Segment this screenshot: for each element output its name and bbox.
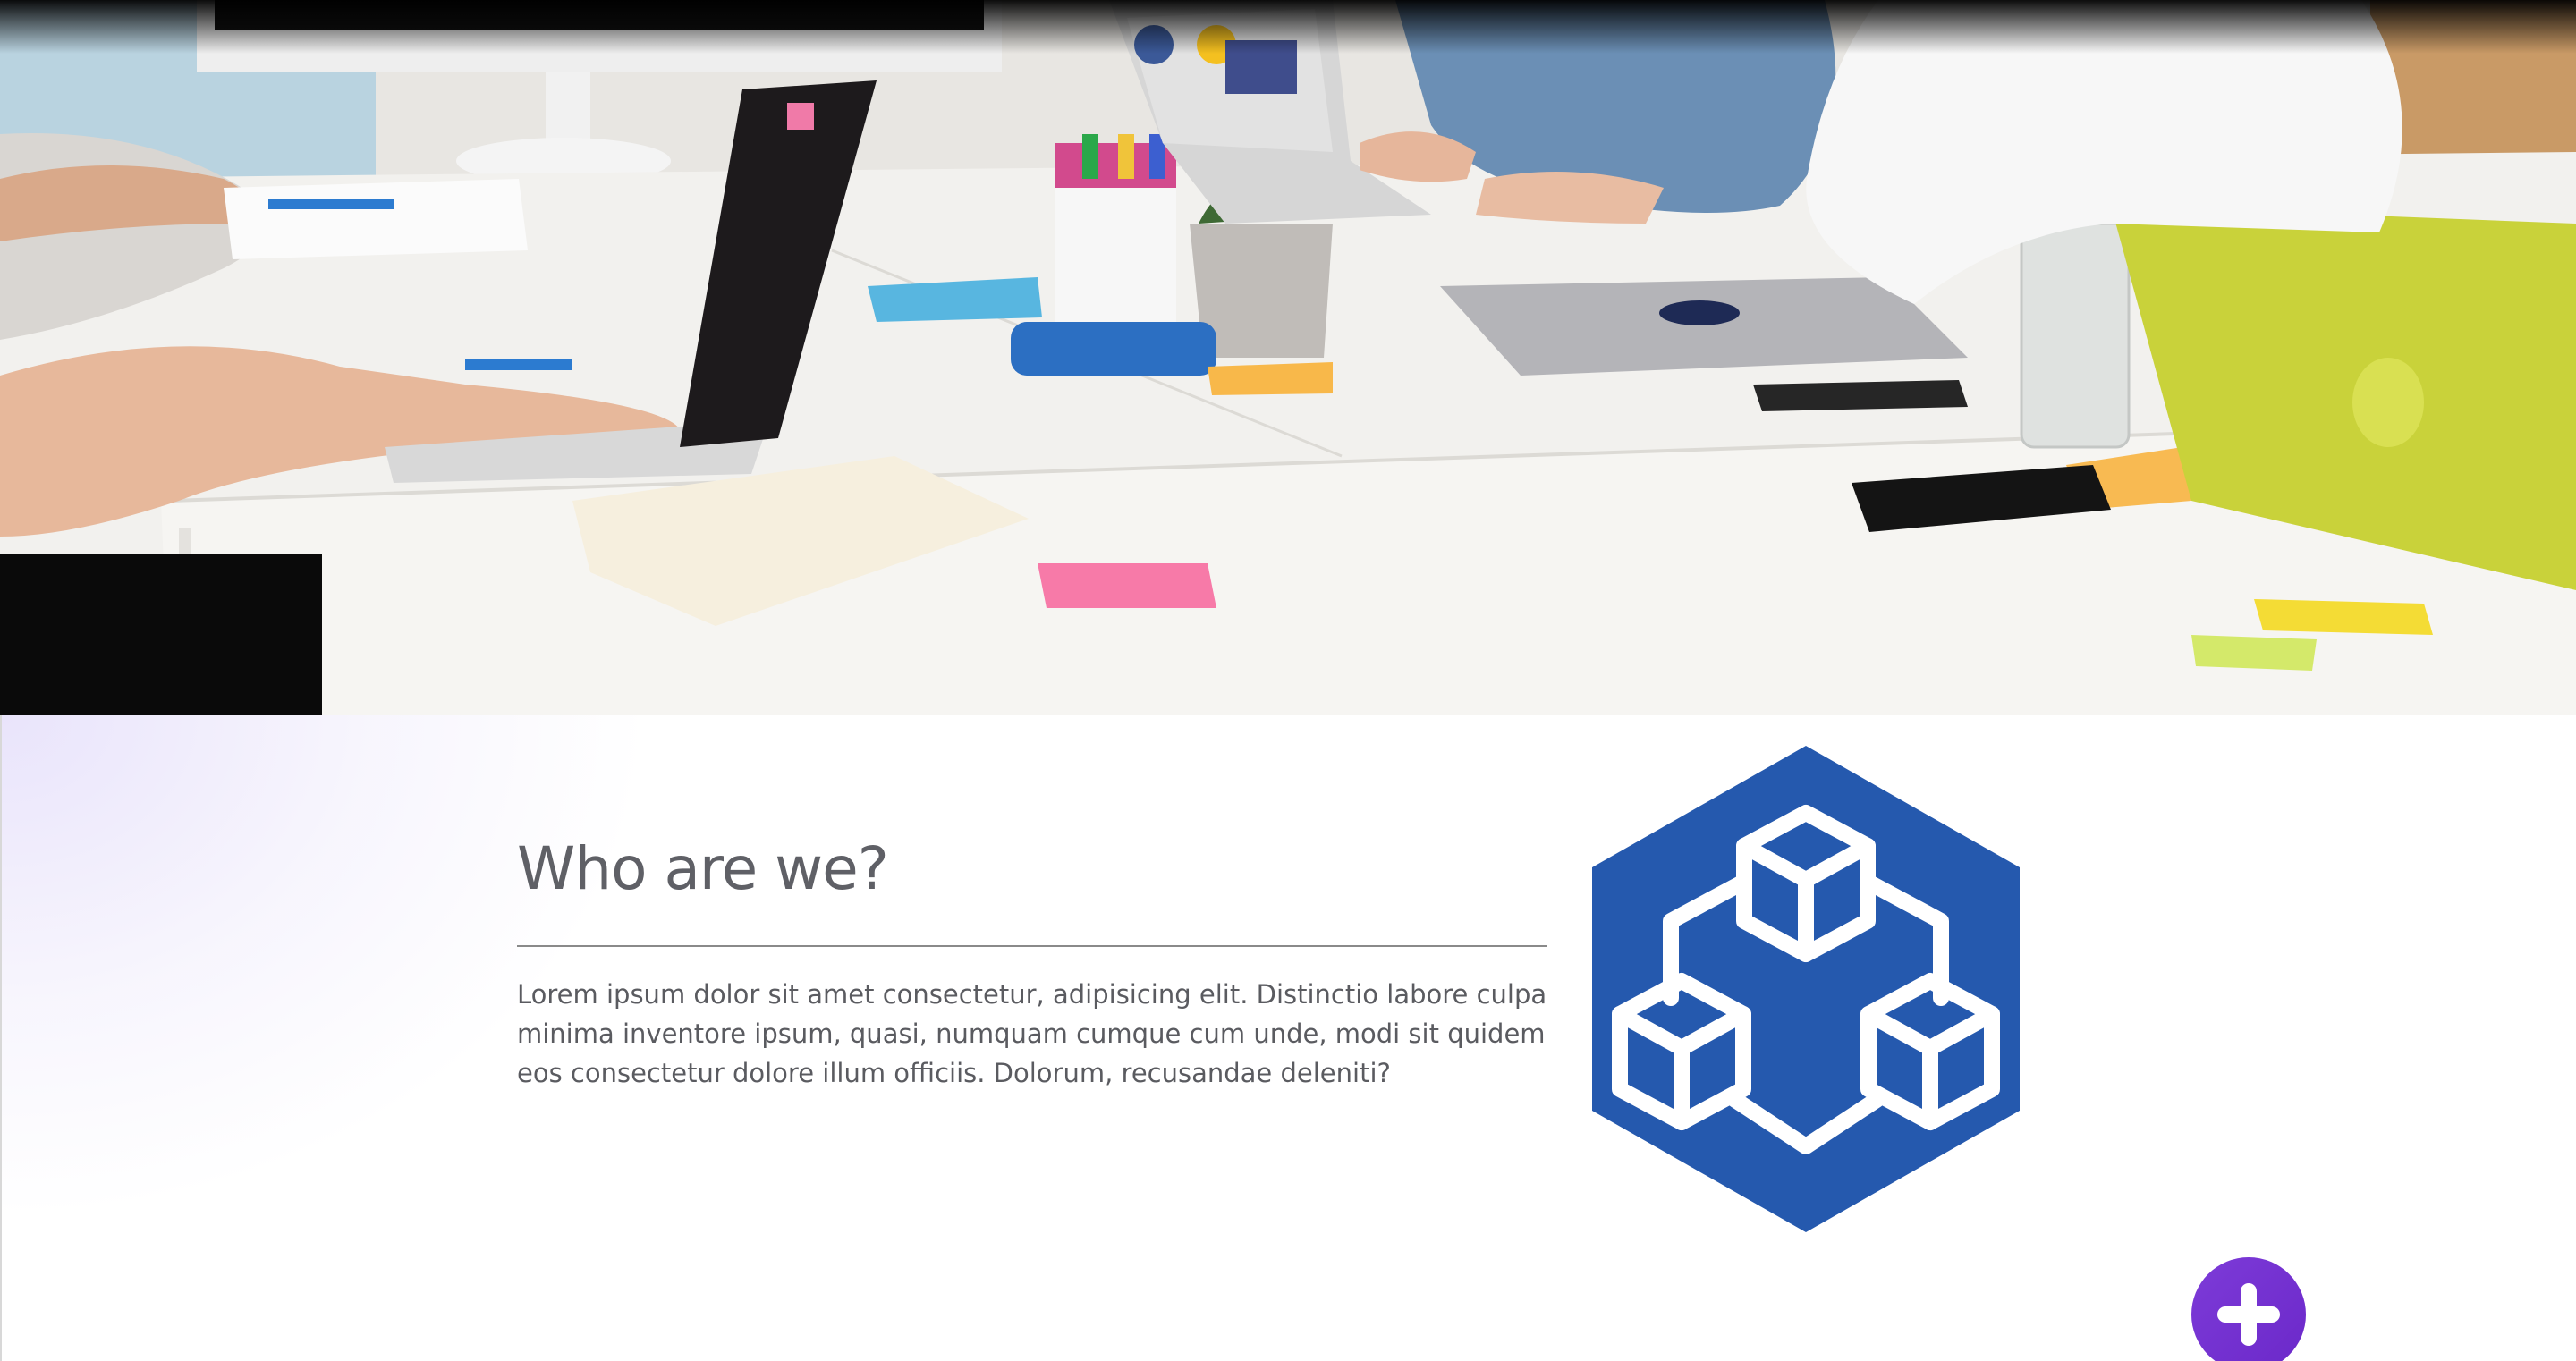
about-section: Who are we? Lorem ipsum dolor sit amet c…	[0, 715, 2576, 1361]
plus-icon	[2217, 1283, 2280, 1346]
about-title: Who are we?	[517, 834, 889, 903]
hexagon-cubes-graphic	[1592, 746, 2020, 1232]
page: Who are we? Lorem ipsum dolor sit amet c…	[0, 0, 2576, 1361]
hero-photo-illustration	[0, 0, 2576, 715]
hexagon-cubes-icon	[1592, 746, 2020, 1232]
add-button[interactable]	[2191, 1257, 2306, 1361]
about-divider	[517, 945, 1547, 947]
hero-top-shade	[0, 0, 2576, 54]
about-text: Lorem ipsum dolor sit amet consectetur, …	[517, 979, 1547, 1088]
hero-image	[0, 0, 2576, 715]
